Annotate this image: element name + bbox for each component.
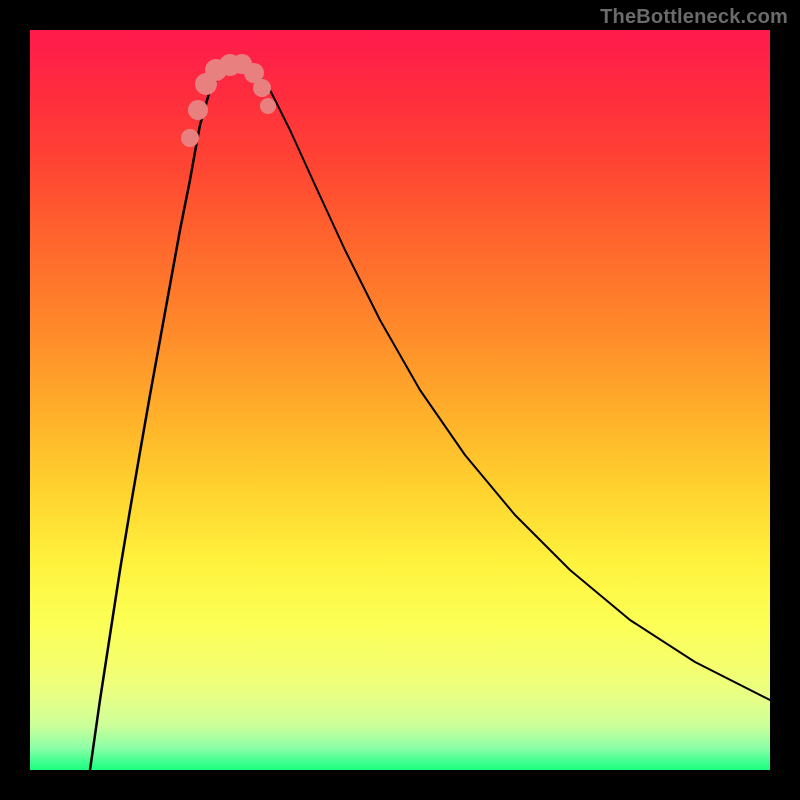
trough-marker — [188, 100, 208, 120]
trough-marker — [253, 79, 271, 97]
plot-svg — [30, 30, 770, 770]
trough-markers — [181, 54, 276, 147]
chart-frame: TheBottleneck.com — [0, 0, 800, 800]
left-curve — [90, 63, 245, 770]
trough-marker — [260, 98, 276, 114]
right-curve — [245, 63, 770, 700]
watermark-text: TheBottleneck.com — [600, 6, 788, 29]
plot-area — [30, 30, 770, 770]
trough-marker — [181, 129, 199, 147]
